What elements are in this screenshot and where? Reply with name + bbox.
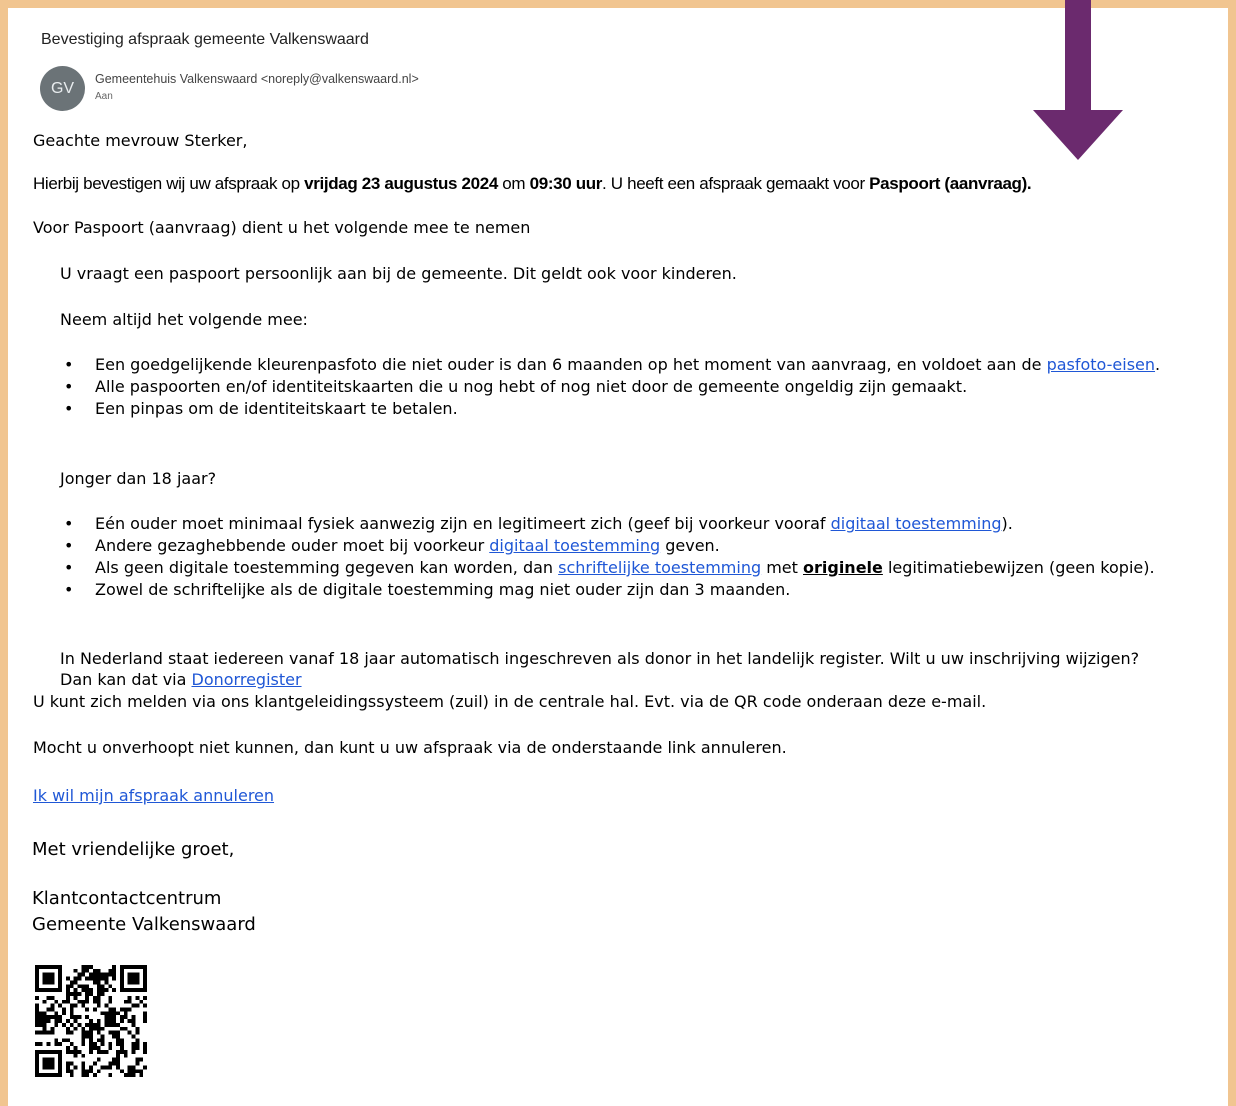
list-item: • Een pinpas om de identiteitskaart te be… [64, 399, 458, 418]
bring-list: • Een goedgelijkende kleurenpasfoto die n… [60, 354, 1203, 420]
pasfoto-link[interactable]: pasfoto-eisen [1047, 355, 1155, 374]
sender[interactable]: Gemeentehuis Valkenswaard <noreply@valke… [95, 72, 419, 86]
confirm-time: 09:30 uur [529, 174, 603, 193]
confirm-pre: Hierbij bevestigen wij uw afspraak op [33, 174, 305, 193]
digital-consent-link-2[interactable]: digitaal toestemming [489, 536, 660, 555]
always-bring: Neem altijd het volgende mee: [60, 310, 308, 329]
signature-line-1: Klantcontactcentrum [32, 888, 222, 909]
email-subject: Bevestiging afspraak gemeente Valkenswaa… [41, 31, 369, 48]
under18-heading: Jonger dan 18 jaar? [60, 469, 217, 488]
confirm-post: . U heeft een afspraak gemaakt voor [602, 174, 870, 193]
list-item: • Zowel de schriftelijke als de digitale … [64, 580, 791, 599]
confirm-mid: om [497, 174, 530, 193]
confirm-date: vrijdag 23 augustus 2024 [304, 174, 498, 193]
digital-consent-link[interactable]: digitaal toestemming [831, 514, 1002, 533]
written-consent-link[interactable]: schriftelijke toestemming [558, 558, 761, 577]
cancel-intro: Mocht u onverhoopt niet kunnen, dan kunt… [33, 738, 787, 757]
cancel-appointment-link[interactable]: Ik wil mijn afspraak annuleren [33, 784, 274, 807]
under18-list: • Eén ouder moet minimaal fysiek aanwezig… [60, 513, 1203, 601]
list-item: • Alle paspoorten en/of identiteitskaarte… [64, 377, 968, 396]
list-item: • Eén ouder moet minimaal fysiek aanwezig… [64, 514, 1013, 533]
avatar-initials: GV [50, 79, 75, 97]
original-bold: originele [803, 558, 883, 577]
checkin-text: U kunt zich melden via ons klantgeleidin… [33, 692, 987, 711]
list-item: • Andere gezaghebbende ouder moet bij voo… [64, 536, 720, 555]
regards: Met vriendelijke groet, [32, 839, 235, 860]
personal-line: U vraagt een paspoort persoonlijk aan bi… [60, 264, 737, 283]
donor-line: Dan kan dat via Donorregister [60, 670, 302, 689]
recipient-label: Aan [95, 91, 113, 102]
list-item: • Een goedgelijkende kleurenpasfoto die n… [64, 355, 1161, 374]
signature-line-2: Gemeente Valkenswaard [32, 914, 256, 935]
confirmation-line: Hierbij bevestigen wij uw afspraak op vr… [33, 172, 1032, 195]
down-arrow-icon [1033, 0, 1123, 160]
donor-register-link[interactable]: Donorregister [192, 670, 302, 689]
donor-text: In Nederland staat iedereen vanaf 18 jaa… [60, 649, 1140, 668]
avatar[interactable]: GV [40, 66, 85, 111]
greeting: Geachte mevrouw Sterker, [33, 131, 248, 150]
qr-code-icon[interactable] [35, 965, 147, 1077]
list-item: • Als geen digitale toestemming gegeven k… [64, 558, 1155, 577]
confirm-product: Paspoort (aanvraag). [869, 174, 1032, 193]
bring-intro: Voor Paspoort (aanvraag) dient u het vol… [33, 218, 531, 237]
